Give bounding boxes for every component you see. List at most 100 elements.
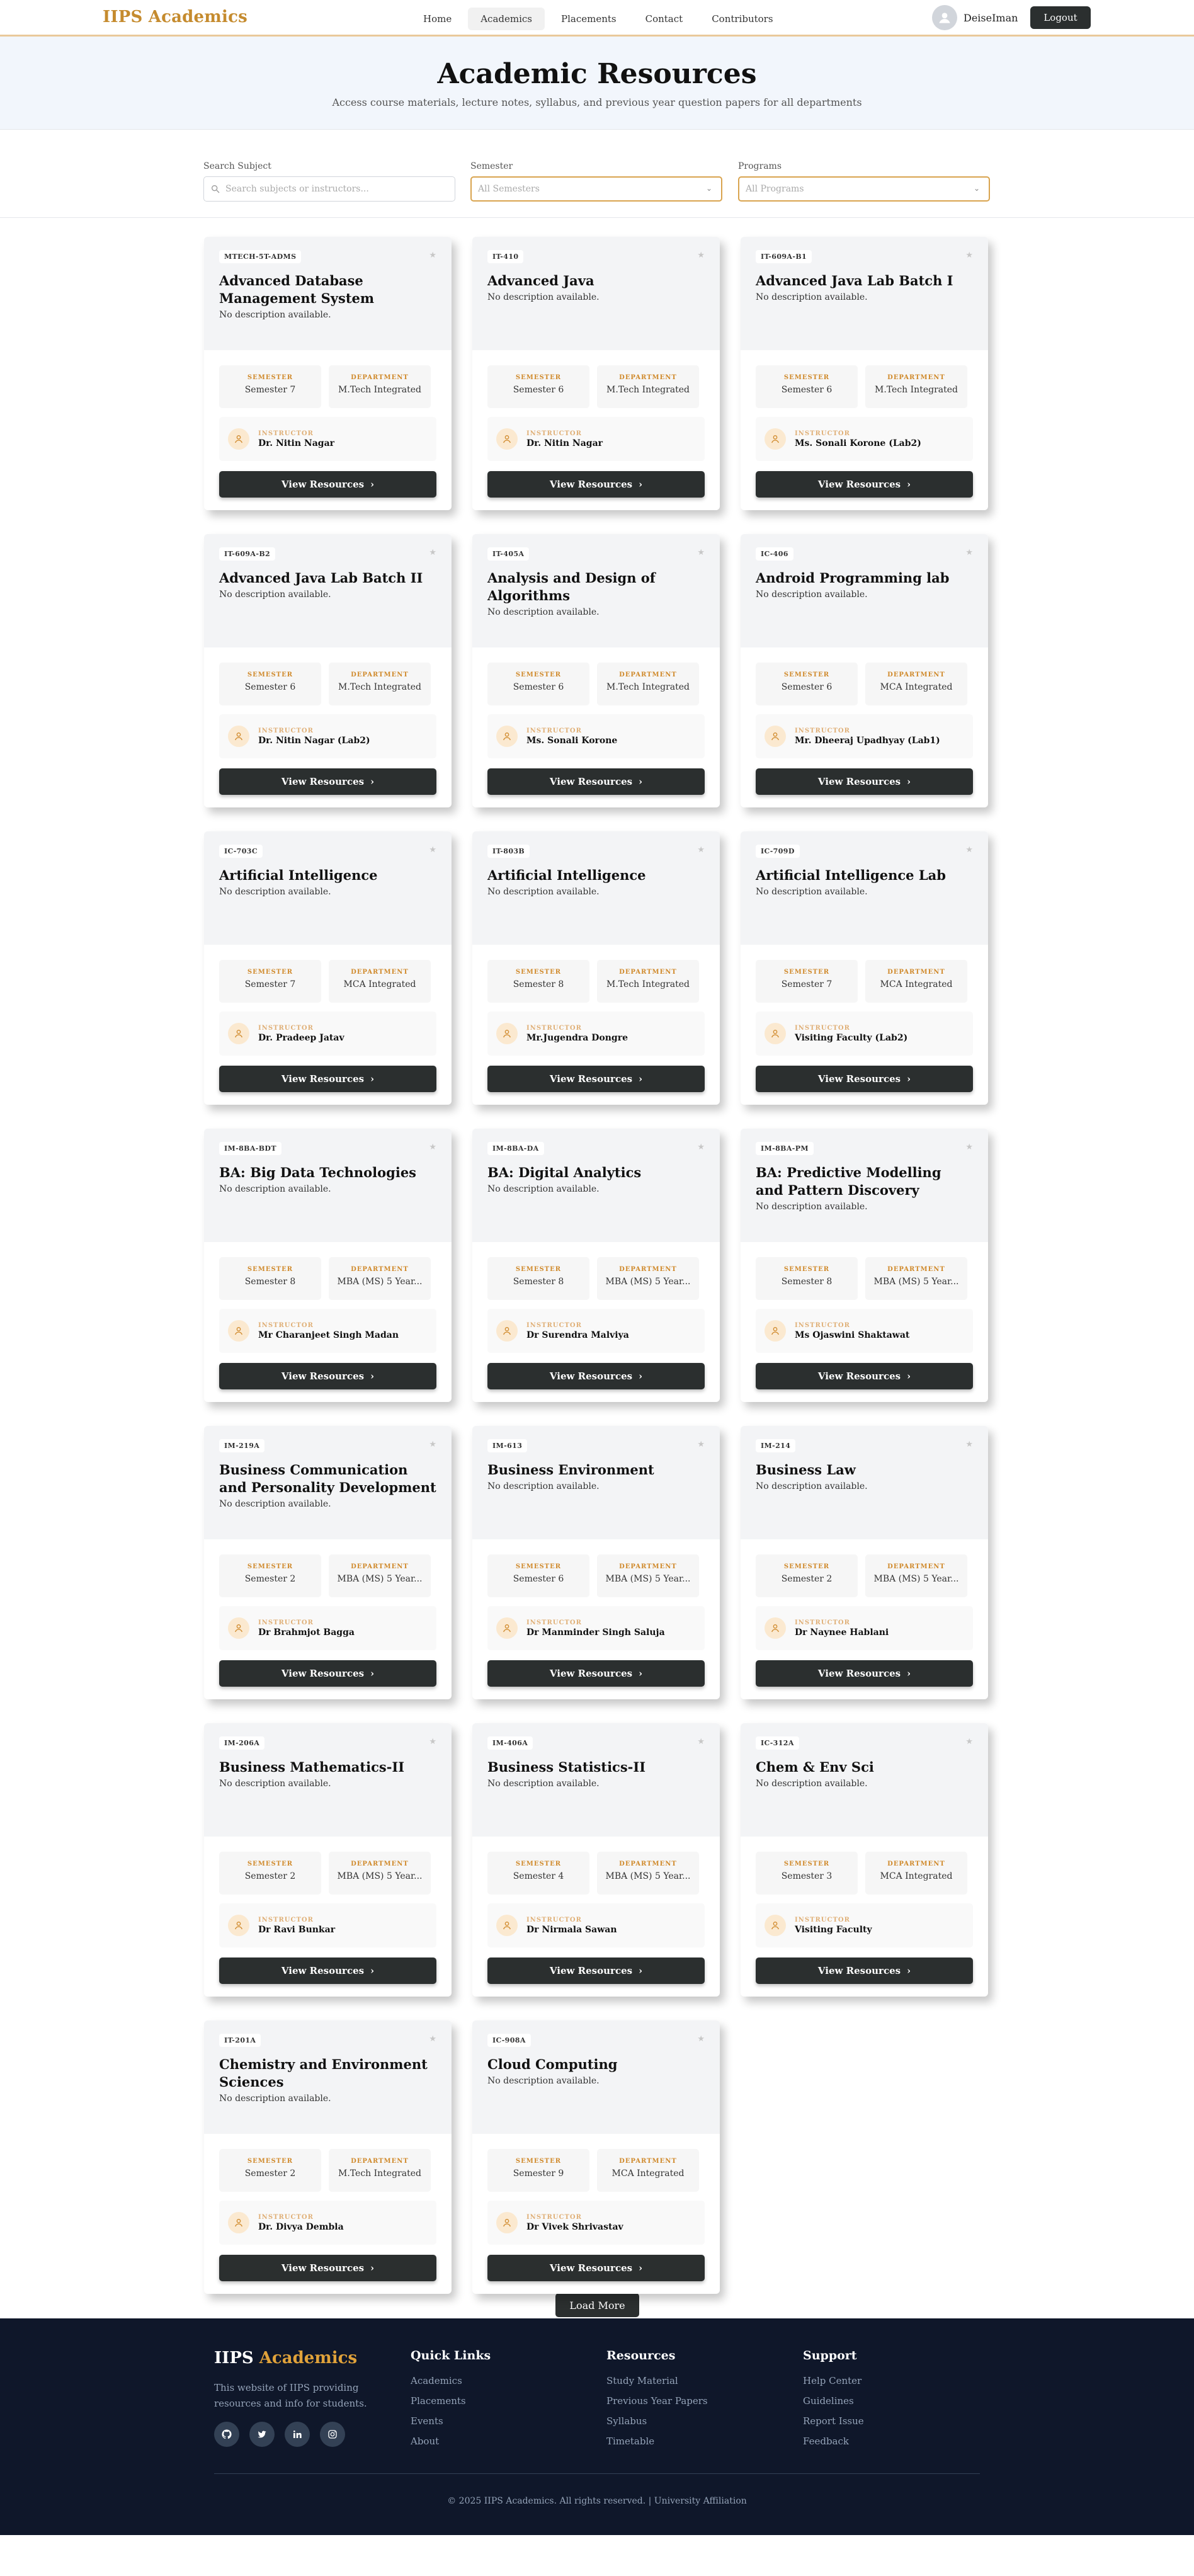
view-resources-button[interactable]: View Resources › [219, 768, 436, 795]
star-icon[interactable]: ★ [429, 845, 436, 855]
star-icon[interactable]: ★ [697, 845, 705, 855]
github-icon[interactable] [214, 2422, 239, 2447]
search-input[interactable]: Search subjects or instructors... [203, 176, 455, 202]
brand-logo[interactable]: IIPS Academics [103, 8, 247, 26]
nav-home[interactable]: Home [411, 8, 464, 30]
nav-academics[interactable]: Academics [468, 8, 545, 30]
course-card[interactable]: IM-219A ★ Business Communication and Per… [204, 1426, 452, 1699]
course-card[interactable]: IM-613 ★ Business Environment No descrip… [472, 1426, 720, 1699]
footer-link-events[interactable]: Events [411, 2415, 491, 2427]
footer-link-about[interactable]: About [411, 2436, 491, 2447]
view-resources-button[interactable]: View Resources › [219, 1958, 436, 1984]
course-card[interactable]: IM-8BA-DA ★ BA: Digital Analytics No des… [472, 1129, 720, 1402]
course-card[interactable]: IC-312A ★ Chem & Env Sci No description … [741, 1723, 988, 1997]
view-resources-button[interactable]: View Resources › [219, 471, 436, 498]
star-icon[interactable]: ★ [429, 251, 436, 260]
logout-button[interactable]: Logout [1030, 6, 1091, 29]
semester-select[interactable]: All Semesters ⌄ [470, 176, 722, 202]
view-resources-button[interactable]: View Resources › [756, 1363, 973, 1389]
course-card[interactable]: IC-709D ★ Artificial Intelligence Lab No… [741, 831, 988, 1105]
view-resources-button[interactable]: View Resources › [219, 1066, 436, 1092]
star-icon[interactable]: ★ [965, 548, 973, 557]
star-icon[interactable]: ★ [429, 1737, 436, 1747]
nav-contributors[interactable]: Contributors [699, 8, 785, 30]
footer-link-timetable[interactable]: Timetable [606, 2436, 708, 2447]
view-resources-button[interactable]: View Resources › [756, 768, 973, 795]
star-icon[interactable]: ★ [965, 845, 973, 855]
department-value: MBA (MS) 5 Year... [605, 1574, 691, 1584]
view-resources-button[interactable]: View Resources › [487, 2255, 705, 2281]
star-icon[interactable]: ★ [965, 1440, 973, 1449]
view-resources-button[interactable]: View Resources › [756, 1958, 973, 1984]
star-icon[interactable]: ★ [429, 548, 436, 557]
star-icon[interactable]: ★ [965, 1737, 973, 1747]
view-resources-button[interactable]: View Resources › [756, 471, 973, 498]
footer-link-syllabus[interactable]: Syllabus [606, 2415, 708, 2427]
view-resources-button[interactable]: View Resources › [219, 2255, 436, 2281]
course-card[interactable]: IC-406 ★ Android Programming lab No desc… [741, 534, 988, 807]
course-card[interactable]: IC-703C ★ Artificial Intelligence No des… [204, 831, 452, 1105]
footer-brand[interactable]: IIPS Academics [214, 2349, 357, 2368]
card-header: IT-803B ★ Artificial Intelligence No des… [472, 831, 720, 945]
course-description: No description available. [756, 1202, 868, 1212]
instructor-name: Ms. Sonali Korone (Lab2) [795, 438, 921, 448]
course-card[interactable]: IM-406A ★ Business Statistics-II No desc… [472, 1723, 720, 1997]
course-card[interactable]: MTECH-5T-ADMS ★ Advanced Database Manage… [204, 237, 452, 510]
footer-link-help-center[interactable]: Help Center [803, 2375, 864, 2386]
footer-link-feedback[interactable]: Feedback [803, 2436, 864, 2447]
star-icon[interactable]: ★ [429, 1440, 436, 1449]
department-value: MCA Integrated [343, 979, 416, 989]
view-resources-button[interactable]: View Resources › [487, 768, 705, 795]
course-card[interactable]: IM-8BA-PM ★ BA: Predictive Modelling and… [741, 1129, 988, 1402]
instructor-avatar-icon [228, 726, 249, 747]
course-card[interactable]: IC-908A ★ Cloud Computing No description… [472, 2020, 720, 2294]
course-card[interactable]: IM-8BA-BDT ★ BA: Big Data Technologies N… [204, 1129, 452, 1402]
star-icon[interactable]: ★ [697, 1143, 705, 1152]
view-resources-button[interactable]: View Resources › [756, 1660, 973, 1687]
load-more-button[interactable]: Load More [555, 2293, 639, 2317]
star-icon[interactable]: ★ [429, 2034, 436, 2044]
footer-link-study-material[interactable]: Study Material [606, 2375, 708, 2386]
linkedin-icon[interactable] [285, 2422, 310, 2447]
course-card[interactable]: IT-803B ★ Artificial Intelligence No des… [472, 831, 720, 1105]
nav-placements[interactable]: Placements [549, 8, 629, 30]
footer-link-academics[interactable]: Academics [411, 2375, 491, 2386]
view-resources-button[interactable]: View Resources › [487, 1066, 705, 1092]
star-icon[interactable]: ★ [965, 251, 973, 260]
view-resources-button[interactable]: View Resources › [487, 471, 705, 498]
course-card[interactable]: IT-410 ★ Advanced Java No description av… [472, 237, 720, 510]
course-card[interactable]: IM-206A ★ Business Mathematics-II No des… [204, 1723, 452, 1997]
star-icon[interactable]: ★ [429, 1143, 436, 1152]
course-card[interactable]: IM-214 ★ Business Law No description ava… [741, 1426, 988, 1699]
department-label: DEPARTMENT [887, 374, 945, 381]
view-resources-button[interactable]: View Resources › [219, 1660, 436, 1687]
course-card[interactable]: IT-609A-B2 ★ Advanced Java Lab Batch II … [204, 534, 452, 807]
programs-select[interactable]: All Programs ⌄ [738, 176, 990, 202]
star-icon[interactable]: ★ [697, 548, 705, 557]
view-resources-button[interactable]: View Resources › [487, 1363, 705, 1389]
footer-link-guidelines[interactable]: Guidelines [803, 2395, 864, 2407]
star-icon[interactable]: ★ [697, 2034, 705, 2044]
course-card[interactable]: IT-201A ★ Chemistry and Environment Scie… [204, 2020, 452, 2294]
view-resources-button[interactable]: View Resources › [219, 1363, 436, 1389]
course-title: Business Law [756, 1462, 856, 1478]
course-info: SEMESTER Semester 8 DEPARTMENT MBA (MS) … [741, 1242, 988, 1300]
star-icon[interactable]: ★ [697, 1440, 705, 1449]
view-resources-button[interactable]: View Resources › [756, 1066, 973, 1092]
star-icon[interactable]: ★ [697, 251, 705, 260]
course-card[interactable]: IT-405A ★ Analysis and Design of Algorit… [472, 534, 720, 807]
footer-link-report-issue[interactable]: Report Issue [803, 2415, 864, 2427]
course-title: Advanced Java Lab Batch II [219, 570, 423, 586]
footer-link-placements[interactable]: Placements [411, 2395, 491, 2407]
twitter-icon[interactable] [249, 2422, 275, 2447]
star-icon[interactable]: ★ [697, 1737, 705, 1747]
view-resources-button[interactable]: View Resources › [487, 1958, 705, 1984]
course-info: SEMESTER Semester 8 DEPARTMENT MBA (MS) … [472, 1242, 720, 1300]
course-card[interactable]: IT-609A-B1 ★ Advanced Java Lab Batch I N… [741, 237, 988, 510]
user-menu[interactable]: DeiseIman [932, 5, 1018, 30]
view-resources-button[interactable]: View Resources › [487, 1660, 705, 1687]
nav-contact[interactable]: Contact [633, 8, 696, 30]
footer-link-pyq[interactable]: Previous Year Papers [606, 2395, 708, 2407]
star-icon[interactable]: ★ [965, 1143, 973, 1152]
instagram-icon[interactable] [320, 2422, 345, 2447]
